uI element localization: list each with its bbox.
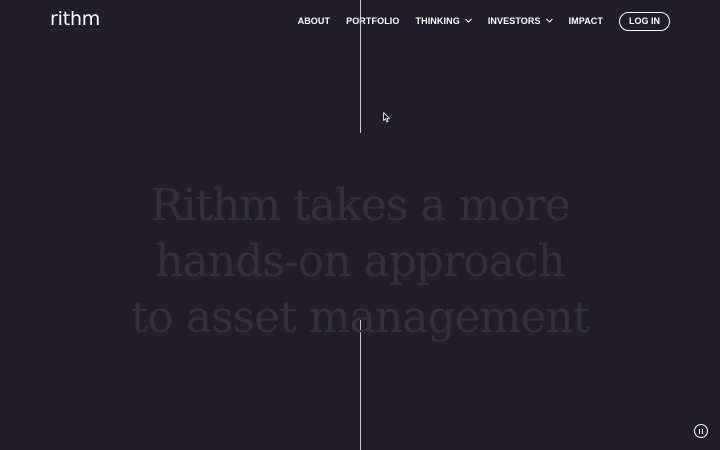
nav-item-label: ABOUT — [297, 16, 331, 26]
nav-item-label: PORTFOLIO — [346, 16, 400, 26]
nav-item-about[interactable]: ABOUT — [298, 16, 331, 26]
nav-item-label: INVESTORS — [487, 16, 541, 26]
nav-item-label: IMPACT — [568, 16, 603, 26]
hero-headline: Rithm takes a more hands-on approach to … — [0, 178, 720, 346]
pause-icon — [698, 428, 701, 434]
chevron-down-icon — [545, 17, 553, 24]
hero-headline-line: to asset management — [130, 292, 591, 343]
pause-button[interactable] — [694, 424, 708, 438]
pause-icon — [701, 428, 704, 434]
nav-item-label: THINKING — [415, 16, 460, 26]
chevron-down-icon — [464, 17, 472, 24]
nav-item-investors[interactable]: INVESTORS — [488, 16, 553, 26]
nav-item-impact[interactable]: IMPACT — [569, 16, 603, 26]
logo[interactable]: rithm — [50, 8, 100, 30]
nav-item-portfolio[interactable]: PORTFOLIO — [346, 16, 399, 26]
login-button[interactable]: LOG IN — [619, 11, 670, 31]
mouse-cursor-icon — [383, 110, 391, 123]
main-nav: ABOUT PORTFOLIO THINKING INVESTORS IMPAC… — [298, 0, 670, 42]
nav-item-thinking[interactable]: THINKING — [416, 16, 472, 26]
hero-headline-line: Rithm takes a more — [150, 180, 571, 231]
divider-line-top — [360, 0, 361, 133]
hero-headline-line: hands-on approach — [155, 236, 566, 287]
